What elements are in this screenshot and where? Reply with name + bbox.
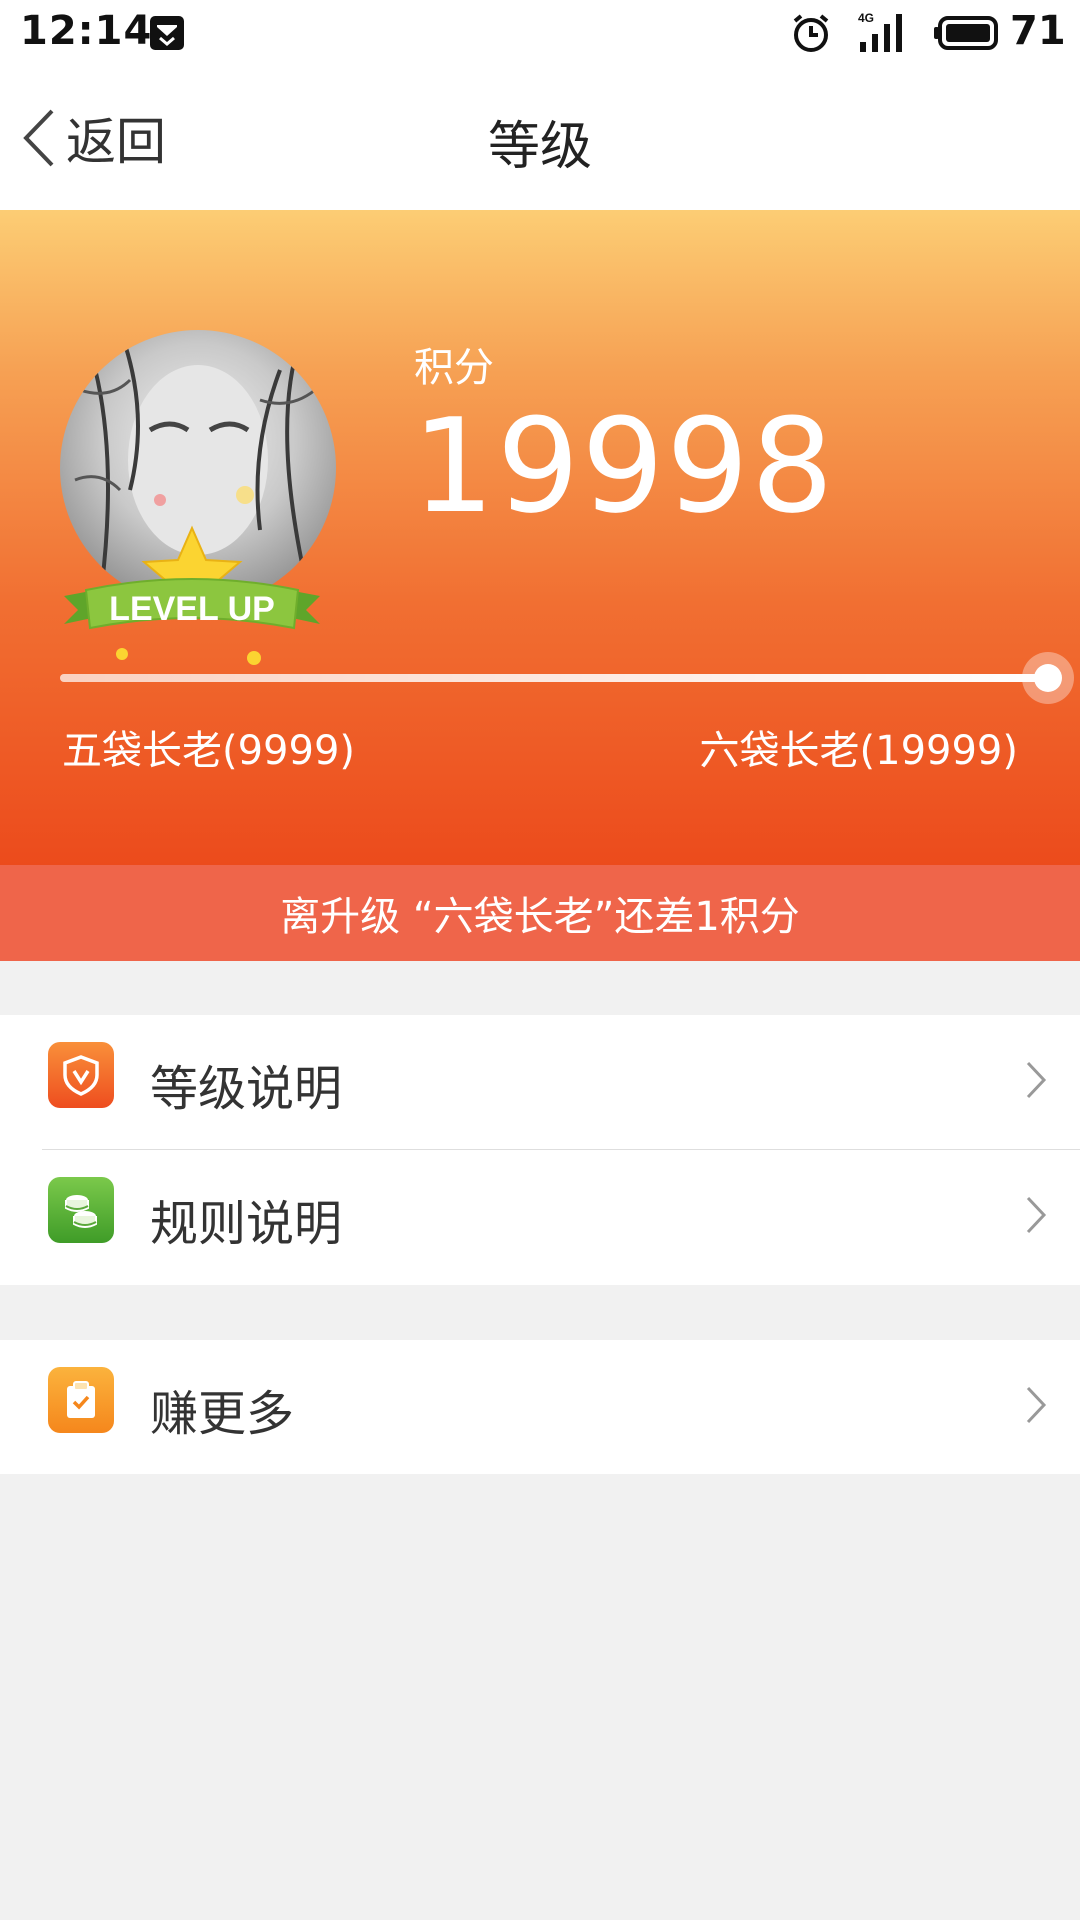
notification-icon: [150, 16, 184, 50]
coins-icon: [48, 1177, 114, 1243]
menu-item-level-description[interactable]: 等级说明: [0, 1015, 1080, 1150]
shield-icon: [48, 1042, 114, 1108]
network-type-label: 4G: [858, 11, 874, 25]
level-screen: 12:14 4G 71 返回 等级 LEVEL UP 积分 19998 五袋长老…: [0, 0, 1080, 1920]
level-header: LEVEL UP 积分 19998 五袋长老(9999) 六袋长老(19999): [0, 210, 1080, 865]
menu-label: 规则说明: [150, 1196, 343, 1252]
level-progress-knob: [1021, 652, 1074, 704]
current-level-label: 五袋长老(9999): [62, 728, 356, 774]
menu-label: 等级说明: [150, 1061, 343, 1117]
chevron-right-icon: [1026, 1196, 1047, 1234]
status-time: 12:14: [20, 8, 153, 54]
menu-group-earn: 赚更多: [0, 1340, 1080, 1474]
chevron-right-icon: [1026, 1386, 1047, 1424]
score-value: 19998: [412, 390, 836, 542]
battery-icon: [934, 16, 998, 50]
level-progress-track: [60, 652, 1074, 704]
menu-item-earn-more[interactable]: 赚更多: [0, 1340, 1080, 1474]
clipboard-check-icon: [48, 1367, 114, 1433]
score-label: 积分: [414, 345, 494, 391]
level-up-badge: LEVEL UP: [64, 525, 320, 665]
level-up-text: LEVEL UP: [109, 590, 275, 628]
page-title: 等级: [487, 117, 592, 177]
menu-item-rules-description[interactable]: 规则说明: [0, 1150, 1080, 1285]
upgrade-hint-banner: 离升级 “六袋长老”还差1积分: [0, 865, 1080, 961]
alarm-icon: [793, 14, 829, 52]
menu-group-info: 等级说明 规则说明: [0, 1015, 1080, 1285]
menu-label: 赚更多: [150, 1386, 295, 1442]
next-level-label: 六袋长老(19999): [699, 728, 1018, 774]
nav-bar: 返回 等级: [0, 66, 1080, 210]
level-progress-fill: [60, 674, 1048, 682]
battery-level: 71: [1010, 8, 1066, 54]
chevron-right-icon: [1026, 1061, 1047, 1099]
signal-icon: 4G: [858, 11, 902, 52]
status-bar: 12:14 4G 71: [0, 0, 1080, 66]
